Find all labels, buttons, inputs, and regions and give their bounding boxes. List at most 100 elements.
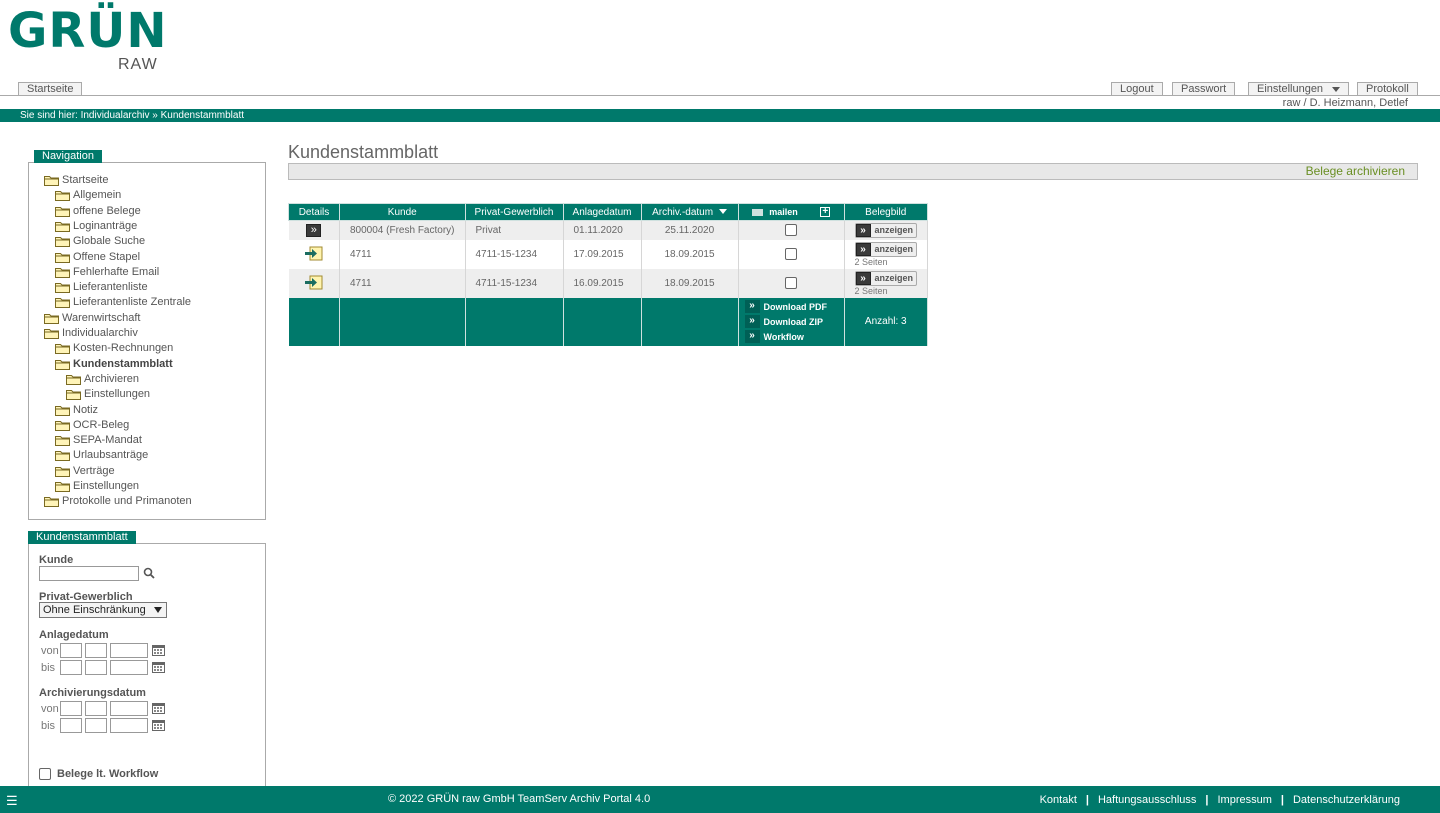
sort-desc-icon <box>718 209 727 215</box>
nav-item[interactable]: Urlaubsanträge <box>55 448 148 463</box>
nav-item[interactable]: Fehlerhafte Email <box>55 265 159 280</box>
show-label: anzeigen <box>874 244 914 254</box>
nav-item[interactable]: Warenwirtschaft <box>44 311 140 326</box>
brand-name: GRÜN <box>8 3 168 59</box>
nav-item[interactable]: Individualarchiv <box>44 326 138 341</box>
nav-item[interactable]: Verträge <box>55 464 115 479</box>
copyright: © 2022 GRÜN raw GmbH TeamServ Archiv Por… <box>388 793 651 805</box>
nav-item[interactable]: Offene Stapel <box>55 250 140 265</box>
archive-documents-link[interactable]: Belege archivieren <box>1306 164 1405 179</box>
archiv-bis-month[interactable] <box>85 718 107 733</box>
menu-icon[interactable]: ☰ <box>6 793 18 809</box>
footer-link[interactable]: Impressum <box>1218 794 1272 806</box>
anlage-bis-day[interactable] <box>60 660 82 675</box>
show-document-button[interactable]: » anzeigen <box>854 222 918 238</box>
protocol-button[interactable]: Protokoll <box>1357 82 1418 96</box>
download-zip-link[interactable]: » Download ZIP <box>744 314 838 329</box>
col-mail[interactable]: mailen + <box>737 203 845 221</box>
document-icon[interactable] <box>304 275 324 294</box>
archiv-cell: 18.09.2015 <box>641 239 739 269</box>
nav-item-label: Startseite <box>62 174 109 186</box>
kunde-input[interactable] <box>39 566 139 581</box>
nav-item[interactable]: Protokolle und Primanoten <box>44 494 192 509</box>
folder-icon <box>66 389 81 401</box>
col-belegbild[interactable]: Belegbild <box>843 203 929 221</box>
anlage-von-month[interactable] <box>85 643 107 658</box>
archiv-von-month[interactable] <box>85 701 107 716</box>
anlage-bis-year[interactable] <box>110 660 148 675</box>
document-icon[interactable] <box>304 246 324 265</box>
password-button[interactable]: Passwort <box>1172 82 1236 96</box>
archiv-cell: 25.11.2020 <box>641 220 739 240</box>
footer-link[interactable]: Haftungsausschluss <box>1098 794 1196 806</box>
nav-item[interactable]: Einstellungen <box>55 479 139 494</box>
details-cell <box>288 239 340 269</box>
nav-item[interactable]: Archivieren <box>66 372 139 387</box>
archiv-von-day[interactable] <box>60 701 82 716</box>
nav-item-label: Kosten-Rechnungen <box>73 342 174 355</box>
search-icon[interactable] <box>143 567 155 582</box>
nav-item[interactable]: SEPA-Mandat <box>55 433 142 448</box>
logout-button[interactable]: Logout <box>1111 82 1163 96</box>
folder-icon <box>55 252 70 263</box>
archiv-bis-year[interactable] <box>110 718 148 733</box>
anlage-von-day[interactable] <box>60 643 82 658</box>
calendar-icon[interactable] <box>152 644 165 659</box>
results-table: Details Kunde Privat-Gewerblich Anlageda… <box>288 203 929 346</box>
folder-icon <box>55 236 70 248</box>
nav-item[interactable]: Notiz <box>55 403 98 418</box>
nav-item[interactable]: OCR-Beleg <box>55 418 129 433</box>
nav-item[interactable]: Lieferantenliste <box>55 280 148 295</box>
mail-checkbox[interactable] <box>785 224 797 237</box>
nav-item[interactable]: Einstellungen <box>66 387 150 402</box>
nav-item[interactable]: Globale Suche <box>55 234 145 249</box>
download-pdf-label: Download PDF <box>763 301 828 312</box>
anlage-bis-month[interactable] <box>85 660 107 675</box>
privat-select[interactable]: Ohne Einschränkung <box>39 602 167 618</box>
footer-link[interactable]: Kontakt <box>1040 794 1077 806</box>
col-archiv[interactable]: Archiv.-datum <box>640 203 739 221</box>
mail-checkbox[interactable] <box>785 277 797 289</box>
mail-checkbox[interactable] <box>785 248 797 260</box>
double-chevron-icon: » <box>855 242 871 256</box>
footer-link[interactable]: Datenschutzerklärung <box>1293 794 1400 806</box>
tab-startseite[interactable]: Startseite <box>18 82 83 96</box>
navigation-title: Navigation <box>34 150 102 163</box>
calendar-icon[interactable] <box>152 702 165 717</box>
details-button[interactable]: » <box>306 223 322 237</box>
expand-icon[interactable]: + <box>820 207 831 218</box>
show-document-button[interactable]: » anzeigen <box>854 270 918 286</box>
nav-item[interactable]: Loginanträge <box>55 219 137 234</box>
kunde-label: Kunde <box>39 554 74 566</box>
nav-item[interactable]: Lieferantenliste Zentrale <box>55 295 191 310</box>
nav-item[interactable]: Allgemein <box>55 188 121 203</box>
col-kunde[interactable]: Kunde <box>339 203 466 221</box>
nav-item[interactable]: offene Belege <box>55 204 141 219</box>
anlage-von-year[interactable] <box>110 643 148 658</box>
double-chevron-icon: » <box>744 315 760 328</box>
archiv-bis-day[interactable] <box>60 718 82 733</box>
footer-links: Kontakt | Haftungsausschluss | Impressum | Dat… <box>1040 794 1400 806</box>
belegbild-cell: » anzeigen <box>844 220 929 240</box>
nav-item-label: Archivieren <box>84 372 140 385</box>
calendar-icon[interactable] <box>152 661 165 676</box>
footer-separator: | <box>1205 794 1209 806</box>
nav-item[interactable]: Kundenstammblatt <box>55 357 173 372</box>
calendar-icon[interactable] <box>152 719 165 734</box>
nav-item[interactable]: Kosten-Rechnungen <box>55 341 173 356</box>
settings-menu[interactable]: Einstellungen <box>1248 82 1350 96</box>
download-pdf-link[interactable]: » Download PDF <box>744 299 838 314</box>
col-anlage[interactable]: Anlagedatum <box>562 203 642 221</box>
col-archiv-label: Archiv.-datum <box>652 206 714 218</box>
chevron-down-icon <box>154 607 162 613</box>
show-document-button[interactable]: » anzeigen <box>854 241 918 257</box>
col-privat[interactable]: Privat-Gewerblich <box>464 203 564 221</box>
col-details[interactable]: Details <box>288 203 340 221</box>
nav-item[interactable]: Startseite <box>44 173 108 188</box>
workflow-checkbox[interactable] <box>39 768 51 780</box>
archiv-von-year[interactable] <box>110 701 148 716</box>
nav-item-label: Protokolle und Primanoten <box>62 495 192 508</box>
folder-icon <box>55 481 70 492</box>
workflow-link[interactable]: » Workflow <box>744 329 838 344</box>
nav-item-label: Einstellungen <box>84 388 151 401</box>
